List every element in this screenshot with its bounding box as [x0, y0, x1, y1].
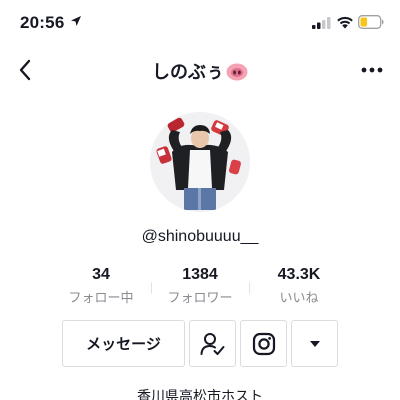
likes-stat[interactable]: 43.3K いいね: [244, 266, 354, 306]
following-count: 34: [92, 266, 110, 283]
avatar[interactable]: [150, 112, 250, 212]
status-time: 20:56: [20, 13, 65, 32]
likes-label: いいね: [279, 290, 319, 305]
followers-count: 1384: [182, 266, 218, 283]
location-arrow-icon: [71, 16, 81, 26]
friend-status-button[interactable]: [189, 320, 236, 367]
status-bar: 20:56: [0, 0, 400, 44]
likes-count: 43.3K: [277, 266, 321, 283]
instagram-button[interactable]: [240, 320, 287, 367]
cellular-signal-icon: [312, 17, 331, 29]
suggestions-dropdown-button[interactable]: [291, 320, 338, 367]
username: @shinobuuuu__: [141, 228, 259, 245]
add-friend-icon: [200, 332, 224, 355]
triangle-down-icon: [309, 340, 320, 347]
nav-bar: しのぶぅ: [0, 50, 400, 90]
page-title: しのぶぅ: [0, 58, 400, 84]
followers-label: フォロワー: [167, 290, 233, 305]
wifi-icon: [337, 16, 353, 29]
profile-stats: 34 フォロー中 1384 フォロワー 43.3K いいね: [0, 266, 400, 306]
profile-bio: 香川県高松市ホスト: [137, 388, 263, 400]
followers-stat[interactable]: 1384 フォロワー: [145, 266, 255, 306]
profile-actions: メッセージ: [0, 320, 400, 368]
battery-icon: [358, 15, 384, 29]
more-options-button[interactable]: [358, 60, 386, 80]
instagram-icon: [252, 332, 275, 355]
following-stat[interactable]: 34 フォロー中: [46, 266, 156, 306]
display-name: しのぶぅ: [152, 62, 224, 82]
avatar-photo: [150, 112, 250, 212]
following-label: フォロー中: [68, 290, 134, 305]
more-horizontal-icon: [361, 67, 383, 73]
message-button[interactable]: メッセージ: [62, 320, 185, 367]
pig-nose-icon: [226, 63, 248, 81]
